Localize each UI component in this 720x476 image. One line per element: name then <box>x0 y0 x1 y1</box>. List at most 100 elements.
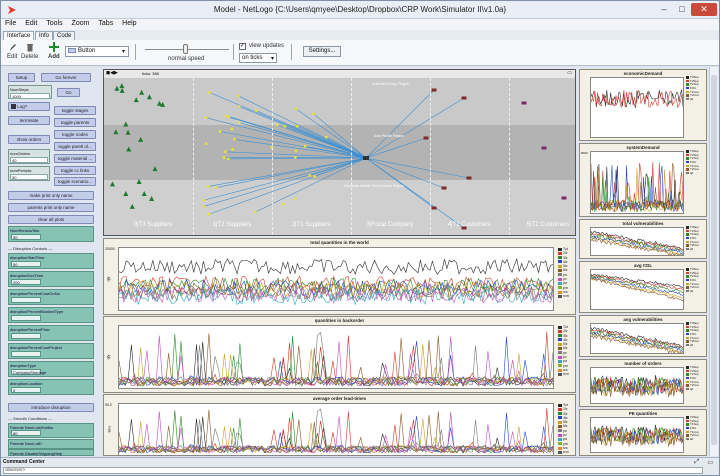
command-input[interactable] <box>3 467 703 474</box>
go-forever-button[interactable]: Go forever <box>41 73 91 82</box>
numorders-value[interactable]: 40 <box>10 157 48 163</box>
toggle-scenario-button[interactable]: toggle scenario... <box>54 177 96 186</box>
disruption-field[interactable]: disruptionStartTime 50 <box>8 253 94 269</box>
supplier-node <box>237 94 240 98</box>
world-collapse-icon[interactable]: ▭ <box>567 70 572 76</box>
disruption-field[interactable]: disruptionPercentCostProject <box>8 343 94 359</box>
world-view[interactable]: ◼◀▶ ticks: 388 ▭ 0|T3 Suppliers 1|T2 Supp… <box>103 69 576 236</box>
customer-node <box>423 136 429 140</box>
menu-edit[interactable]: Edit <box>22 19 40 28</box>
plot-backorder[interactable]: quantities in backorder qty Tot 2lz 3lz 4lz… <box>103 316 576 393</box>
supplier-tree-node <box>136 179 142 185</box>
toggle-stages-button[interactable]: toggle stages <box>54 106 96 115</box>
edit-label[interactable]: Edit <box>7 54 17 60</box>
plot-total-quantities[interactable]: total quantities in the world 20000 qty … <box>103 238 576 315</box>
disruption-field[interactable]: disruptionType CompanyShortage <box>8 361 94 377</box>
setup-button[interactable]: Setup <box>8 73 35 82</box>
settings-button[interactable]: Settings... <box>303 46 341 57</box>
toggle-paretl-button[interactable]: toggle paretl ol... <box>54 142 96 151</box>
plot-r5[interactable]: avg vulnerabilities T3Sup T2Sup T1Sup FOC T1C… <box>579 315 707 357</box>
supplier-tree-node <box>123 190 129 196</box>
plot-lead-times[interactable]: average order lead-times 99.2 time Tot 2l… <box>103 394 576 456</box>
disruption-field[interactable]: disruptionPercentCostOnNo <box>8 289 94 305</box>
legend-swatch <box>558 407 562 411</box>
supplier-node <box>293 156 297 159</box>
toggle-parents-button[interactable]: toggle parents <box>54 118 96 127</box>
tab-code[interactable]: Code <box>53 31 76 40</box>
numsteps-value[interactable]: 1000 <box>10 93 50 99</box>
scrollbar-thumb[interactable] <box>711 75 717 445</box>
plot-area <box>590 227 684 256</box>
parents-plots-button[interactable]: parents print only name <box>8 203 94 212</box>
toggle-cc-links-button[interactable]: toggle cc links <box>54 166 96 175</box>
terminate-button[interactable]: terminate <box>8 116 50 125</box>
disable-shipping-switch[interactable]: Parents DisableShippingHelp <box>8 449 94 456</box>
numperiods-value[interactable]: 30 <box>10 174 48 180</box>
add-label[interactable]: Add <box>48 54 60 60</box>
supplier-node <box>204 142 208 146</box>
make-plots-button[interactable]: make print only name <box>8 191 94 200</box>
view-updates-checkbox[interactable]: ✓ <box>239 43 246 50</box>
plot-r7[interactable]: PE quantities T3Sup T2Sup T1Sup FOC T1Cus T2Cu… <box>579 409 707 456</box>
numperiods-label: numPeriods <box>10 168 32 173</box>
legend-swatch <box>558 277 562 281</box>
supplier-node <box>224 150 227 154</box>
legend-swatch <box>686 86 689 90</box>
interface-canvas: Setup Go forever NumSteps 1000 Go Log? te… <box>1 67 719 456</box>
numsteps-input[interactable]: NumSteps 1000 <box>8 85 52 99</box>
numreruns-slider[interactable]: NumReruns/Sim 50 <box>8 226 94 242</box>
widget-type-select[interactable]: Button ▾ <box>65 46 129 57</box>
legend-swatch <box>686 380 689 384</box>
command-center-clear-icon[interactable]: ▭ <box>707 459 713 466</box>
numperiods-input[interactable]: numPeriods 30 <box>8 166 50 181</box>
legend-swatch <box>558 403 562 407</box>
disruption-field[interactable]: disruptionPercentFlow <box>8 325 94 341</box>
menu-tabs[interactable]: Tabs <box>95 19 116 28</box>
supplier-node <box>222 156 226 159</box>
plot-r1[interactable]: economicDemand T3Sup T2Sup T1Sup FOC T1Cus T2C… <box>579 69 707 141</box>
numorders-input[interactable]: numOrders 40 <box>8 149 50 164</box>
speed-slider-handle[interactable] <box>183 44 188 54</box>
smooth-header: --- Smooth Conditions --- <box>8 416 53 421</box>
world-zoom-icon[interactable]: ◼◀▶ <box>106 70 118 76</box>
menu-file[interactable]: File <box>2 19 19 28</box>
go-button[interactable]: Go <box>57 88 80 97</box>
tab-interface[interactable]: Interface <box>3 31 35 40</box>
plot-r6[interactable]: number of orders T3Sup T2Sup T1Sup FOC T1Cus T… <box>579 359 707 407</box>
disruption-field[interactable]: disruptionLocation 0 <box>8 379 94 395</box>
legend-swatch <box>558 294 562 298</box>
close-button[interactable]: ✕ <box>691 3 717 16</box>
disruption-field[interactable]: disruptionPercentBookedType <box>8 307 94 323</box>
supplier-node <box>253 210 257 214</box>
command-center-resize-icon[interactable]: ⤢ <box>694 459 699 466</box>
delete-label[interactable]: Delete <box>21 54 38 60</box>
log-switch[interactable]: Log? <box>8 102 50 111</box>
toggle-material-button[interactable]: toggle material ... <box>54 154 96 163</box>
smooth-field-2[interactable]: Parents NumLotD <box>8 439 94 449</box>
menu-tools[interactable]: Tools <box>43 19 65 28</box>
smooth-field-1[interactable]: Parents NumLotsSmiths 80 <box>8 423 94 438</box>
clear-plots-button[interactable]: clear all plots <box>8 215 94 224</box>
show-orders-button[interactable]: show orders <box>8 135 50 144</box>
plot-ymax: 8000 <box>581 151 588 155</box>
update-mode-select[interactable]: on ticks ▾ <box>239 53 277 63</box>
plot-r2[interactable]: systemDemand 8000 T3Sup T2Sup T1Sup FOC T1Cus T… <box>579 143 707 217</box>
plot-r3[interactable]: total vulnerabilities T3Sup T2Sup T1Sup FOC T… <box>579 219 707 259</box>
disruption-field[interactable]: disruptionEndTime 200 <box>8 271 94 287</box>
menu-help[interactable]: Help <box>119 19 139 28</box>
minimize-button[interactable]: – <box>655 3 673 16</box>
maximize-button[interactable]: □ <box>673 3 691 16</box>
add-icon[interactable] <box>49 42 59 52</box>
vertical-scrollbar[interactable] <box>709 67 718 456</box>
edit-icon[interactable] <box>9 43 17 52</box>
disruption-field-value: 0 <box>11 387 41 393</box>
menu-zoom[interactable]: Zoom <box>69 19 93 28</box>
delete-icon[interactable] <box>26 43 34 52</box>
tab-info[interactable]: Info <box>35 31 54 40</box>
introduce-disruption-button[interactable]: introduce disruption <box>8 403 94 412</box>
toggle-nodes-button[interactable]: toggle nodes <box>54 130 96 139</box>
plot-r4[interactable]: avg CDL T3Sup T2Sup T1Sup FOC T1Cus T2Cus all <box>579 261 707 313</box>
legend-label: all <box>690 386 694 391</box>
customer-link <box>365 157 470 179</box>
legend-swatch <box>686 325 689 329</box>
